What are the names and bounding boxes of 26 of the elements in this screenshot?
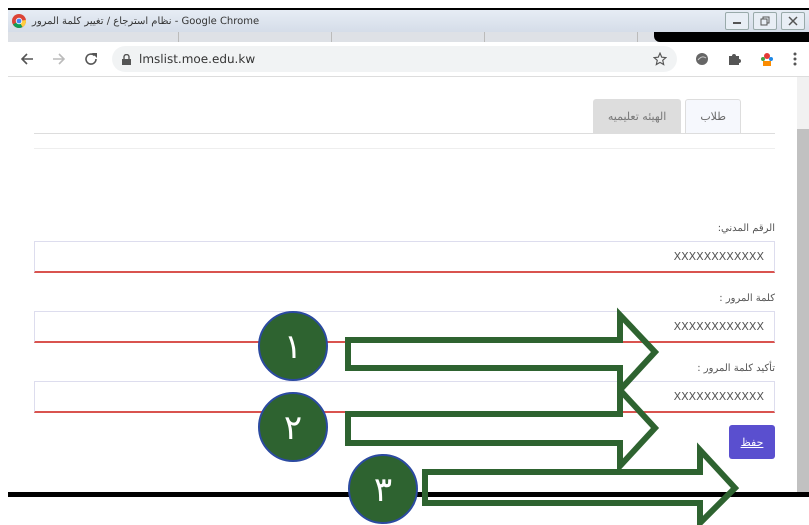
window-title: نظام استرجاع / تغيير كلمة المرور - Google Chrome: [32, 16, 260, 26]
input-field[interactable]: XXXXXXXXXXXX: [34, 381, 775, 413]
bookmark-star-icon[interactable]: [653, 52, 667, 66]
lock-icon: [122, 54, 131, 64]
extension-icon[interactable]: [759, 51, 775, 67]
save-button[interactable]: حفظ: [729, 425, 775, 459]
step-badge: ٣: [348, 454, 418, 524]
menu-icon[interactable]: [793, 52, 797, 66]
scrollbar[interactable]: [797, 77, 809, 492]
extension-orb-icon[interactable]: [695, 52, 709, 66]
step-badge: ١: [258, 311, 328, 381]
reload-icon[interactable]: [84, 52, 98, 66]
puzzle-icon[interactable]: [727, 52, 741, 66]
restore-icon: [760, 16, 770, 26]
address-bar[interactable]: lmslist.moe.edu.kw: [112, 46, 677, 72]
restore-button[interactable]: [753, 12, 777, 30]
step-badge: ٢: [258, 392, 328, 462]
tab[interactable]: طلاب: [685, 99, 741, 133]
input-field[interactable]: XXXXXXXXXXXX: [34, 241, 775, 273]
close-icon: [788, 16, 798, 26]
field-label: الرقم المدني:: [716, 223, 775, 234]
field-label: كلمة المرور :: [718, 293, 775, 304]
back-icon[interactable]: [20, 52, 34, 66]
browser-logo-icon: [12, 14, 26, 28]
close-button[interactable]: [781, 12, 805, 30]
minimize-button[interactable]: [725, 12, 749, 30]
